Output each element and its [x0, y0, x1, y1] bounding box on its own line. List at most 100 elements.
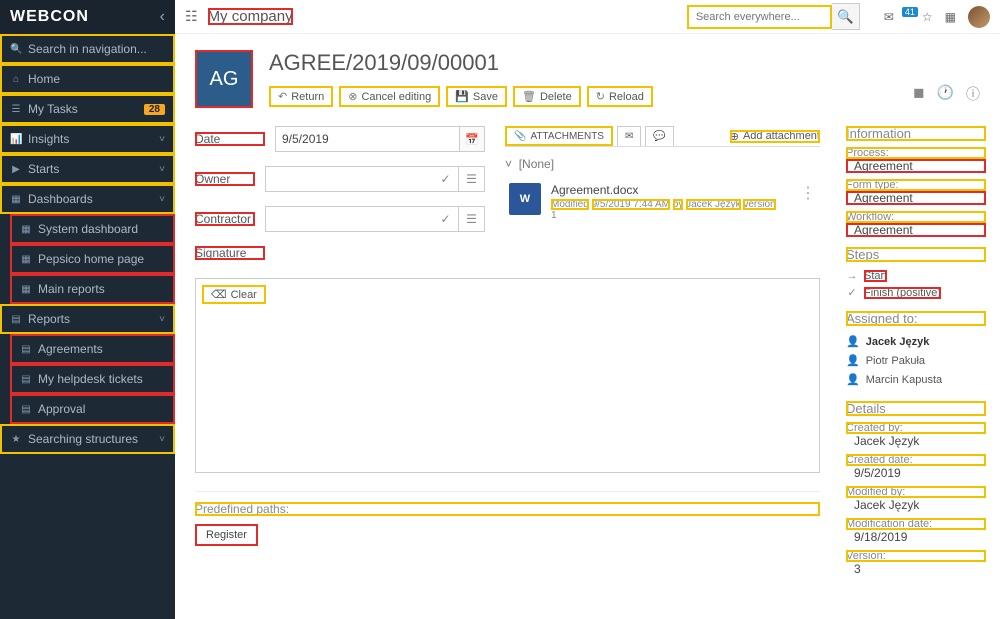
sidebar: WEBCON ‹ 🔍 Search in navigation... ⌂ Hom…: [0, 0, 175, 619]
person-icon: 👤: [846, 373, 860, 386]
date-label: Date: [195, 132, 265, 146]
formtype-value: Agreement: [846, 191, 986, 205]
process-label: Process:: [846, 147, 986, 159]
reports-icon: ▤: [10, 314, 22, 325]
save-icon: 💾: [455, 90, 469, 103]
search-icon: 🔍: [10, 44, 22, 55]
workflow-value: Agreement: [846, 223, 986, 237]
word-file-icon: W: [509, 183, 541, 215]
contractor-list-button[interactable]: ☰: [459, 206, 485, 232]
add-attachment-button[interactable]: ⊕Add attachment: [730, 130, 820, 143]
created-date-value: 9/5/2019: [846, 466, 986, 480]
mod-date-label: Modification date:: [846, 518, 986, 530]
owner-input[interactable]: [265, 166, 433, 192]
nav-main-reports[interactable]: ▦ Main reports: [10, 274, 175, 304]
signature-canvas[interactable]: ⌫Clear: [195, 278, 820, 473]
report-icon: ▤: [20, 404, 32, 415]
apps-grid-icon[interactable]: ☷: [185, 8, 198, 25]
chevron-down-icon: ˅: [159, 194, 165, 205]
person-icon: 👤: [846, 335, 860, 348]
save-button[interactable]: 💾Save: [446, 86, 507, 107]
contractor-input[interactable]: [265, 206, 433, 232]
assignee: 👤Marcin Kapusta: [846, 370, 986, 389]
report-icon: ▤: [20, 374, 32, 385]
info-heading: Information: [846, 126, 986, 141]
attachment-item[interactable]: W Agreement.docx Modified 9/5/2019 7:44 …: [505, 177, 820, 227]
global-search-input[interactable]: [687, 5, 832, 29]
modified-by-value: Jacek Język: [846, 498, 986, 512]
word-export-icon[interactable]: ◼: [913, 84, 925, 104]
email-icon: ✉: [625, 131, 633, 142]
assignee: 👤Piotr Pakuła: [846, 351, 986, 370]
doc-tile: AG: [195, 50, 253, 108]
document-header: AG AGREE/2019/09/00001 ↶Return ⊗Cancel e…: [175, 34, 1000, 114]
owner-confirm-button[interactable]: ✓: [433, 166, 459, 192]
contractor-confirm-button[interactable]: ✓: [433, 206, 459, 232]
attachment-meta: Modified 9/5/2019 7:44 AM by Jacek Język…: [551, 199, 790, 210]
favorites-icon[interactable]: ☆: [922, 10, 933, 24]
sidebar-collapse[interactable]: ‹: [160, 8, 165, 26]
structures-icon: ★: [10, 434, 22, 445]
nav-helpdesk[interactable]: ▤ My helpdesk tickets: [10, 364, 175, 394]
eraser-icon: ⌫: [211, 288, 227, 301]
steps-heading: Steps: [846, 247, 986, 262]
attachment-group-toggle[interactable]: ˅ [None]: [505, 157, 820, 171]
user-avatar[interactable]: [968, 6, 990, 28]
step-arrow-icon: →: [846, 270, 858, 282]
cancel-editing-button[interactable]: ⊗Cancel editing: [339, 86, 440, 107]
chevron-down-icon: ˅: [159, 434, 165, 445]
nav-home[interactable]: ⌂ Home: [0, 64, 175, 94]
topbar: ☷ My company 🔍 ✉41 ☆ ▦: [175, 0, 1000, 34]
nav-approval[interactable]: ▤ Approval: [10, 394, 175, 424]
email-tab[interactable]: ✉: [617, 126, 641, 146]
chat-icon: 💬: [653, 131, 665, 142]
reload-button[interactable]: ↻Reload: [587, 86, 653, 107]
nav-insights[interactable]: 📊 Insights ˅: [0, 124, 175, 154]
nav-dashboards[interactable]: ▦ Dashboards ˅: [0, 184, 175, 214]
attachment-menu-button[interactable]: ⋮: [800, 183, 816, 221]
path-register-button[interactable]: Register: [195, 524, 258, 546]
nav-search[interactable]: 🔍 Search in navigation...: [0, 34, 175, 64]
nav-searching-structures[interactable]: ★ Searching structures ˅: [0, 424, 175, 454]
created-date-label: Created date:: [846, 454, 986, 466]
attach-icon: 📎: [514, 131, 526, 142]
nav-reports[interactable]: ▤ Reports ˅: [0, 304, 175, 334]
notifications-icon[interactable]: ✉41: [884, 10, 910, 24]
company-name[interactable]: My company: [208, 8, 293, 25]
step-start: Start: [864, 270, 887, 282]
starts-icon: ▶: [10, 164, 22, 175]
delete-button[interactable]: 🗑Delete: [513, 86, 581, 107]
conversation-tab[interactable]: 💬: [645, 126, 673, 146]
dashboard-icon: ▦: [20, 254, 32, 265]
chevron-down-icon: ˅: [159, 134, 165, 145]
global-search-button[interactable]: 🔍: [832, 3, 860, 30]
step-finish: Finish (positive): [864, 287, 941, 299]
home-icon: ⌂: [10, 74, 22, 85]
date-input[interactable]: [275, 126, 459, 152]
created-by-label: Created by:: [846, 422, 986, 434]
nav-agreements[interactable]: ▤ Agreements: [10, 334, 175, 364]
history-icon[interactable]: 🕐: [937, 84, 954, 104]
dashboard-icon: ▦: [20, 224, 32, 235]
nav-system-dashboard[interactable]: ▦ System dashboard: [10, 214, 175, 244]
process-value: Agreement: [846, 159, 986, 173]
formtype-label: Form type:: [846, 179, 986, 191]
return-button[interactable]: ↶Return: [269, 86, 333, 107]
info-icon[interactable]: ⓘ: [966, 84, 980, 104]
info-panel: Information Process: Agreement Form type…: [840, 114, 1000, 619]
signature-clear-button[interactable]: ⌫Clear: [202, 285, 266, 304]
nav-starts[interactable]: ▶ Starts ˅: [0, 154, 175, 184]
version-label: Version:: [846, 550, 986, 562]
nav-search-placeholder: Search in navigation...: [28, 42, 147, 56]
notes-icon[interactable]: ▦: [945, 10, 956, 24]
nav-my-tasks[interactable]: ☰ My Tasks 28: [0, 94, 175, 124]
calendar-button[interactable]: 📅: [459, 126, 485, 152]
details-heading: Details: [846, 401, 986, 416]
owner-list-button[interactable]: ☰: [459, 166, 485, 192]
attachment-filename: Agreement.docx: [551, 183, 790, 197]
nav-pepsico[interactable]: ▦ Pepsico home page: [10, 244, 175, 274]
dashboards-icon: ▦: [10, 194, 22, 205]
attachments-tab[interactable]: 📎ATTACHMENTS: [505, 126, 613, 146]
contractor-label: Contractor: [195, 212, 255, 226]
insights-icon: 📊: [10, 134, 22, 145]
